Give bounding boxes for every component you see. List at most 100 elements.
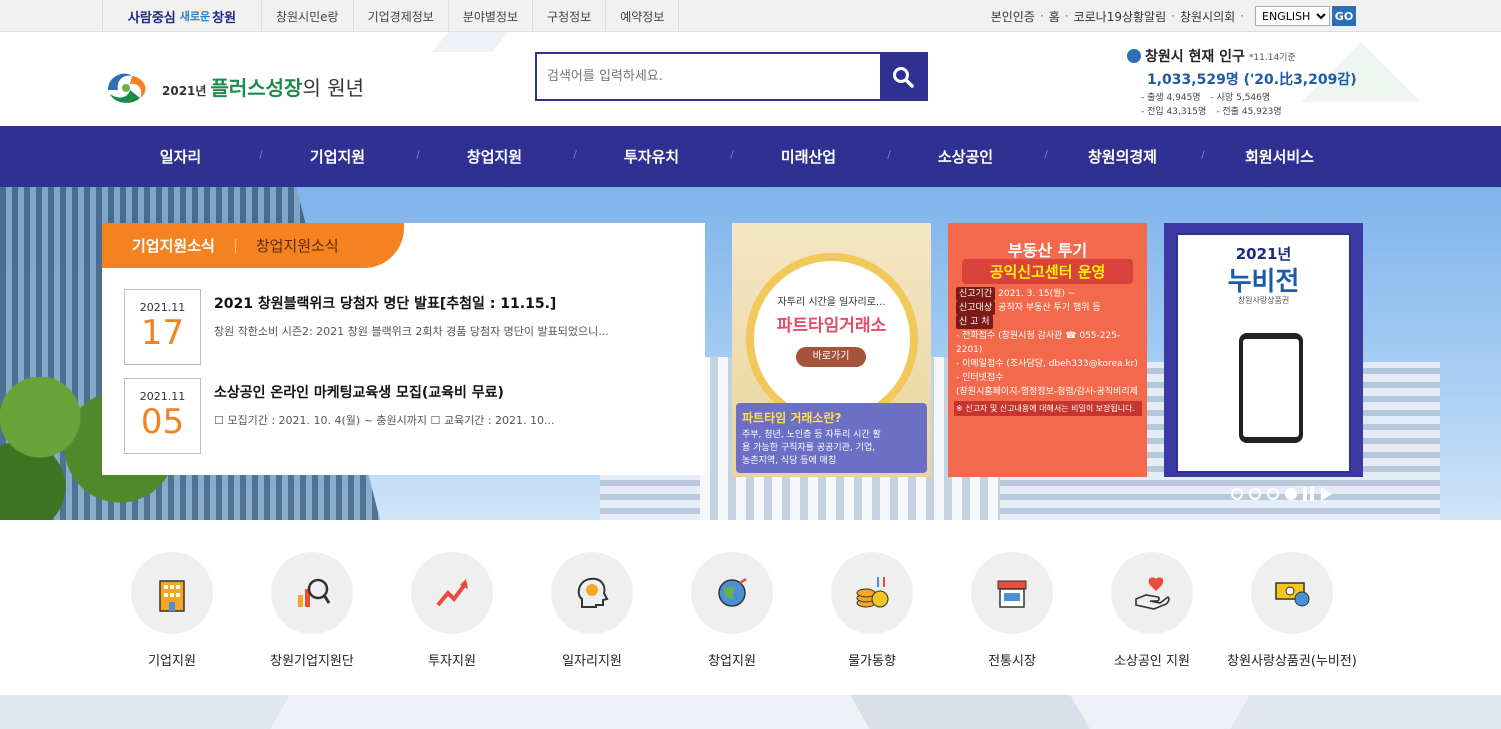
news-title[interactable]: 2021 창원블랙위크 당첨자 명단 발표[추첨일 : 11.15.]: [214, 293, 674, 313]
nav-business-support[interactable]: 기업지원: [259, 146, 420, 167]
quick-small-business-support[interactable]: 소상공인 지원: [1082, 552, 1222, 669]
search-icon: [893, 66, 914, 88]
toplink-economy-info[interactable]: 기업경제정보: [354, 0, 449, 32]
quick-traditional-market[interactable]: 전통시장: [942, 552, 1082, 669]
site-header: 2021년 플러스성장 의 원년 창원시 현재 인구 *11.14기준 1,03…: [0, 32, 1501, 126]
quick-price-trend[interactable]: 물가동향: [802, 552, 942, 669]
play-icon[interactable]: [1321, 487, 1332, 501]
top-links: 사람중심 새로운 창원 창원시민e랑 기업경제정보 분야별정보 구청정보 예약정…: [102, 0, 680, 32]
slide-dot-1[interactable]: [1231, 488, 1243, 500]
tab-startup-news[interactable]: 창업지원소식: [256, 235, 339, 256]
logo-tail: 의 원년: [302, 75, 365, 100]
quick-label: 투자지원: [428, 654, 476, 669]
population-move-out: - 전출 45,923명: [1216, 107, 1282, 117]
card1-go-button[interactable]: 바로가기: [796, 347, 866, 367]
card3-title: 누비전: [1227, 267, 1300, 297]
slogan-part-3: 창원: [212, 10, 237, 26]
search-box: [535, 52, 928, 101]
card2-line: 공직자 부동산 투기 행위 등: [998, 303, 1101, 313]
chart-magnifier-icon: [271, 552, 353, 634]
link-covid[interactable]: 코로나19상황알림: [1074, 8, 1167, 25]
card2-note: ※ 신고자 및 신고내용에 대해서는 비밀이 보장됩니다.: [954, 401, 1142, 416]
strip-decoration: [1230, 695, 1501, 729]
news-title[interactable]: 소상공인 온라인 마케팅교육생 모집(교육비 무료): [214, 382, 674, 402]
card1-title: 파트타임거래소: [776, 316, 887, 336]
news-desc: ☐ 모집기간 : 2021. 10. 4(월) ~ 충원시까지 ☐ 교육기간 :…: [214, 414, 555, 427]
slider-controls: [1231, 487, 1332, 501]
phone-screen: [1243, 339, 1299, 437]
market-store-icon: [971, 552, 1053, 634]
banner-card-nubijeon[interactable]: 2021년 누비전 창원사랑상품권: [1164, 223, 1363, 477]
card1-box-body: 주부, 청년, 노인층 등 자투리 시간 활용 가능한 구직자를 공공기관, 기…: [742, 430, 881, 466]
toplink-field-info[interactable]: 분야별정보: [449, 0, 534, 32]
quick-label: 일자리지원: [562, 654, 622, 669]
quick-gift-certificate[interactable]: 창원사랑상품권(누비전): [1222, 552, 1362, 669]
news-item[interactable]: 2021.11 17 2021 창원블랙위크 당첨자 명단 발표[추첨일 : 1…: [124, 289, 684, 365]
nav-member-service[interactable]: 회원서비스: [1201, 146, 1358, 167]
pause-icon[interactable]: [1303, 487, 1315, 501]
card2-line: - 이메일접수 (조사담당, dbeh333@korea.kr): [956, 359, 1138, 369]
quick-business-support[interactable]: 기업지원: [102, 552, 242, 669]
nav-investment[interactable]: 투자유치: [573, 146, 734, 167]
hand-heart-icon: [1111, 552, 1193, 634]
city-slogan[interactable]: 사람중심 새로운 창원: [102, 0, 262, 32]
nav-jobs[interactable]: 일자리: [102, 146, 263, 167]
main-banner: 기업지원소식 창업지원소식 2021.11 17 2021 창원블랙위크 당첨자…: [0, 187, 1501, 520]
footer-decoration-strip: [0, 695, 1501, 729]
toplink-citizen[interactable]: 창원시민e랑: [262, 0, 354, 32]
tab-business-news[interactable]: 기업지원소식: [132, 235, 215, 256]
link-home[interactable]: 홈: [1049, 8, 1060, 25]
nav-changwon-economy[interactable]: 창원의경제: [1044, 146, 1205, 167]
strip-decoration: [850, 695, 1090, 729]
news-body: 2021 창원블랙위크 당첨자 명단 발표[추첨일 : 11.15.] 창원 착…: [214, 293, 674, 365]
news-date: 2021.11 17: [124, 289, 201, 365]
population-move-in: - 전입 43,315명: [1141, 107, 1207, 117]
quick-label: 전통시장: [988, 654, 1036, 669]
link-city-council[interactable]: 창원시의회: [1180, 8, 1235, 25]
news-date-day: 17: [140, 313, 185, 353]
card2-subtitle: 공익신고센터 운영: [962, 259, 1133, 284]
quick-label: 창원기업지원단: [270, 654, 354, 669]
news-tabs: 기업지원소식 창업지원소식: [102, 223, 404, 268]
link-identity-verify[interactable]: 본인인증: [991, 8, 1035, 25]
quick-business-support-team[interactable]: 창원기업지원단: [242, 552, 382, 669]
nav-future-industry[interactable]: 미래산업: [730, 146, 891, 167]
toplink-district-info[interactable]: 구청정보: [533, 0, 607, 32]
main-navigation: 일자리 기업지원 창업지원 투자유치 미래산업 소상공인 창원의경제 회원서비스: [0, 126, 1501, 187]
slide-dot-3[interactable]: [1267, 488, 1279, 500]
top-right-links: 본인인증 · 홈 · 코로나19상황알림 · 창원시의회 · ENGLISH G…: [991, 0, 1356, 32]
banner-card-parttime[interactable]: 자투리 시간을 일자리로... 파트타임거래소 바로가기 파트타임 거래소란? …: [732, 223, 931, 477]
language-go-button[interactable]: GO: [1332, 6, 1356, 26]
nav-small-business[interactable]: 소상공인: [887, 146, 1048, 167]
search-input[interactable]: [537, 54, 880, 99]
quick-investment-support[interactable]: 투자지원: [382, 552, 522, 669]
quick-job-support[interactable]: 일자리지원: [522, 552, 662, 669]
banner-card-realestate-report[interactable]: 부동산 투기 공익신고센터 운영 신고기간 2021. 3. 15(월) ~ 신고…: [948, 223, 1147, 477]
voucher-icon: [1251, 552, 1333, 634]
population-title-row: 창원시 현재 인구 *11.14기준: [1127, 46, 1367, 66]
news-body: 소상공인 온라인 마케팅교육생 모집(교육비 무료) ☐ 모집기간 : 2021…: [214, 382, 674, 454]
news-panel: 기업지원소식 창업지원소식 2021.11 17 2021 창원블랙위크 당첨자…: [102, 223, 705, 475]
nav-startup-support[interactable]: 창업지원: [416, 146, 577, 167]
quick-label: 물가동향: [848, 654, 896, 669]
separator: ·: [1240, 9, 1244, 23]
card1-subtitle: 자투리 시간을 일자리로...: [777, 297, 886, 308]
card2-tag: 신 고 처: [956, 315, 993, 329]
site-logo[interactable]: 2021년 플러스성장 의 원년: [102, 66, 364, 106]
card2-details: 신고기간 2021. 3. 15(월) ~ 신고대상 공직자 부동산 투기 행위 등…: [956, 287, 1142, 413]
population-title: 창원시 현재 인구: [1145, 49, 1245, 65]
card1-box-title: 파트타임 거래소란?: [742, 411, 842, 425]
language-select[interactable]: ENGLISH: [1255, 6, 1330, 26]
news-item[interactable]: 2021.11 05 소상공인 온라인 마케팅교육생 모집(교육비 무료) ☐ …: [124, 378, 684, 454]
quick-label: 창업지원: [708, 654, 756, 669]
city-logo-icon: [102, 66, 154, 106]
strip-decoration: [0, 695, 290, 729]
toplink-reservation[interactable]: 예약정보: [606, 0, 680, 32]
slide-dot-2[interactable]: [1249, 488, 1261, 500]
phone-illustration: [1239, 333, 1303, 443]
quick-startup-support[interactable]: 창업지원: [662, 552, 802, 669]
slide-dot-4[interactable]: [1285, 488, 1297, 500]
coins-icon: [831, 552, 913, 634]
search-button[interactable]: [880, 54, 926, 99]
card2-line: 2021. 3. 15(월) ~: [998, 289, 1076, 299]
